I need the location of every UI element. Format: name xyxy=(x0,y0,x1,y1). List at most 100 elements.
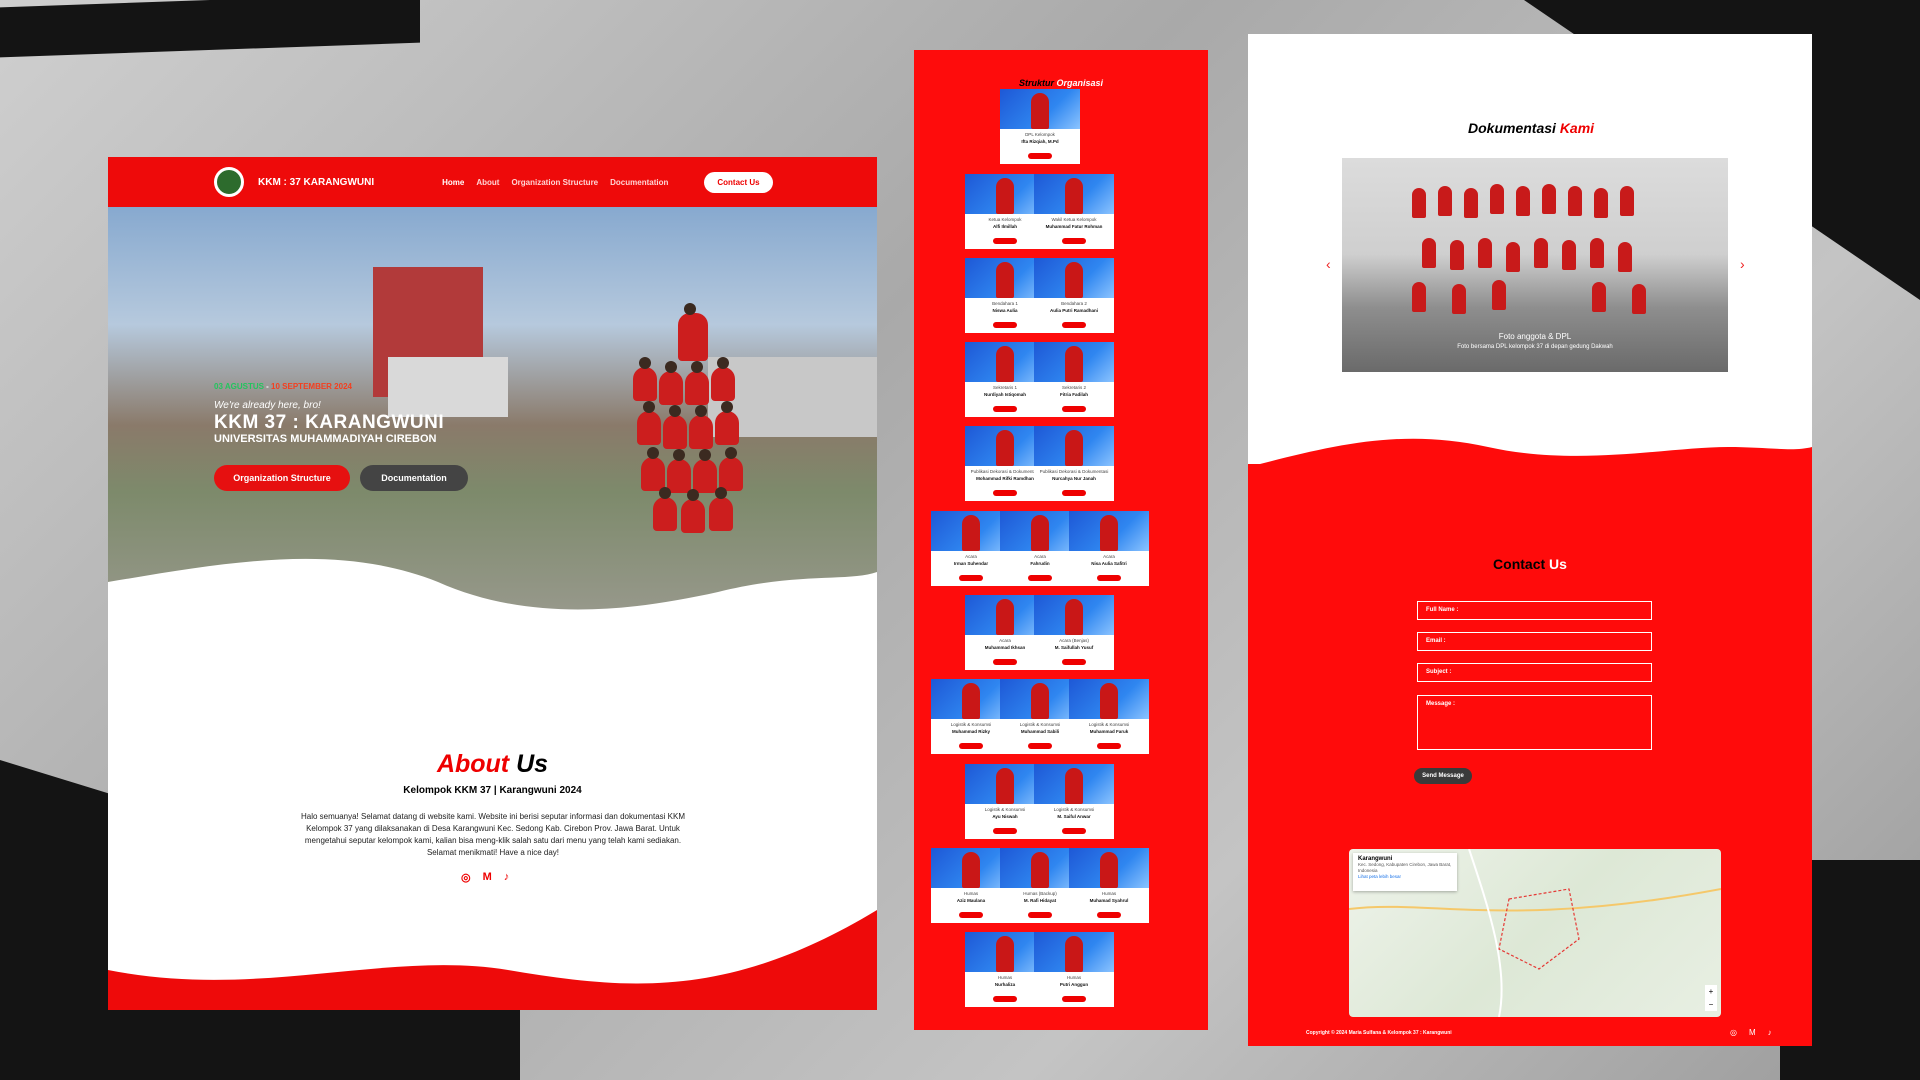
member-role: Bendahara 1 xyxy=(992,301,1018,306)
member-detail-button[interactable] xyxy=(1028,153,1052,159)
member-photo xyxy=(1000,89,1080,129)
tiktok-icon[interactable]: ♪ xyxy=(1768,1028,1772,1037)
member-detail-button[interactable] xyxy=(993,659,1017,665)
member-figure xyxy=(996,262,1014,298)
member-role: Ketua Kelompok xyxy=(988,217,1022,222)
group-photo xyxy=(623,287,763,533)
tiktok-icon[interactable]: ♪ xyxy=(504,871,510,884)
zoom-out-button[interactable]: − xyxy=(1705,998,1717,1011)
member-detail-button[interactable] xyxy=(1062,659,1086,665)
carousel-prev-icon[interactable]: ‹ xyxy=(1326,256,1331,272)
member-detail-button[interactable] xyxy=(993,322,1017,328)
member-detail-button[interactable] xyxy=(993,406,1017,412)
subject-field[interactable]: Subject : xyxy=(1417,663,1652,682)
member-figure xyxy=(996,178,1014,214)
member-name: Aulia Putri Ramadhani xyxy=(1049,308,1098,313)
hero-date: 03 AGUSTUS - 10 SEPTEMBER 2024 xyxy=(214,382,352,391)
member-name: M. Rafi Hidayat xyxy=(1023,898,1057,903)
member-detail-button[interactable] xyxy=(1062,828,1086,834)
navbar: KKM : 37 KARANGWUNI Home About Organizat… xyxy=(108,157,877,207)
mail-icon[interactable]: M xyxy=(483,871,492,884)
nav-home[interactable]: Home xyxy=(442,178,464,187)
member-name: Ayu Niswah xyxy=(992,814,1018,819)
google-map[interactable]: Karangwuni Kec. Sedong, Kabupaten Cirebo… xyxy=(1349,849,1721,1017)
member-photo xyxy=(1034,932,1114,972)
date-start: 03 AGUSTUS xyxy=(214,382,264,391)
map-info-card: Karangwuni Kec. Sedong, Kabupaten Cirebo… xyxy=(1353,853,1457,891)
member-figure xyxy=(1031,515,1049,551)
member-detail-button[interactable] xyxy=(1028,912,1052,918)
member-figure xyxy=(962,683,980,719)
map-zoom-control[interactable]: + − xyxy=(1705,985,1717,1011)
member-detail-button[interactable] xyxy=(1062,996,1086,1002)
map-larger-link[interactable]: Lihat peta lebih besar xyxy=(1358,874,1452,879)
structure-card: Publikasi Dekorasi & Dokumentasi Mohammad… xyxy=(965,426,1045,501)
member-detail-button[interactable] xyxy=(1062,322,1086,328)
member-figure xyxy=(1065,262,1083,298)
member-figure xyxy=(996,599,1014,635)
member-detail-button[interactable] xyxy=(993,996,1017,1002)
hero-university: UNIVERSITAS MUHAMMADIYAH CIREBON xyxy=(214,433,437,445)
kkm-logo-icon[interactable] xyxy=(214,167,244,197)
member-role: Bendahara 2 xyxy=(1061,301,1087,306)
organization-structure-preview: Struktur Organisasi DPL Kelompok Ifta Riz… xyxy=(914,50,1208,1030)
member-detail-button[interactable] xyxy=(1062,406,1086,412)
message-field[interactable]: Message : xyxy=(1417,695,1652,750)
instagram-icon[interactable]: ◎ xyxy=(461,871,471,884)
member-role: Logistik & Konsumsi xyxy=(950,722,992,727)
landing-page-preview: KKM : 37 KARANGWUNI Home About Organizat… xyxy=(108,157,877,1010)
member-detail-button[interactable] xyxy=(959,912,983,918)
zoom-in-button[interactable]: + xyxy=(1705,985,1717,998)
member-figure xyxy=(1065,936,1083,972)
map-address: Kec. Sedong, Kabupaten Cirebon, Jawa Bar… xyxy=(1358,862,1452,873)
member-detail-button[interactable] xyxy=(1028,575,1052,581)
brand-title[interactable]: KKM : 37 KARANGWUNI xyxy=(258,177,374,188)
instagram-icon[interactable]: ◎ xyxy=(1730,1028,1737,1037)
member-figure xyxy=(996,936,1014,972)
member-detail-button[interactable] xyxy=(993,490,1017,496)
member-detail-button[interactable] xyxy=(993,828,1017,834)
member-photo xyxy=(931,679,1011,719)
structure-card: Humas Nurhaliza xyxy=(965,932,1045,1007)
member-name: Muhamad Syahrul xyxy=(1089,898,1129,903)
member-role: DPL Kelompok xyxy=(1025,132,1055,137)
member-detail-button[interactable] xyxy=(1062,490,1086,496)
member-detail-button[interactable] xyxy=(1097,743,1121,749)
contact-us-button[interactable]: Contact Us xyxy=(704,171,773,193)
email-field[interactable]: Email : xyxy=(1417,632,1652,651)
structure-card: Publikasi Dekorasi & Dokumentasi Nurcahya… xyxy=(1034,426,1114,501)
nav-organization[interactable]: Organization Structure xyxy=(511,178,598,187)
member-detail-button[interactable] xyxy=(1062,238,1086,244)
nav-about[interactable]: About xyxy=(476,178,499,187)
member-name: Muhammad Faruk xyxy=(1089,729,1129,734)
member-detail-button[interactable] xyxy=(959,743,983,749)
member-detail-button[interactable] xyxy=(1097,912,1121,918)
member-role: Acara xyxy=(1103,554,1115,559)
member-name: Irman Suhendar xyxy=(953,561,989,566)
member-photo xyxy=(1034,174,1114,214)
member-role: Logistik & Konsumsi xyxy=(984,807,1026,812)
member-detail-button[interactable] xyxy=(1028,743,1052,749)
member-name: Nurhaliza xyxy=(994,982,1016,987)
documentation-photo[interactable]: Foto anggota & DPL Foto bersama DPL kelo… xyxy=(1342,158,1728,372)
member-photo xyxy=(1034,764,1114,804)
contact-title-a: Contact xyxy=(1493,556,1546,572)
mail-icon[interactable]: M xyxy=(1749,1028,1756,1037)
member-detail-button[interactable] xyxy=(993,238,1017,244)
member-detail-button[interactable] xyxy=(1097,575,1121,581)
nav-documentation[interactable]: Documentation xyxy=(610,178,668,187)
organization-structure-button[interactable]: Organization Structure xyxy=(214,465,350,491)
structure-card: Wakil Ketua Kelompok Muhammad Fatur Rohma… xyxy=(1034,174,1114,249)
member-name: Muhammad Sabili xyxy=(1020,729,1060,734)
member-detail-button[interactable] xyxy=(959,575,983,581)
structure-card: Logistik & Konsumsi Muhammad Sabili xyxy=(1000,679,1080,754)
member-name: Muhammad Rizky xyxy=(951,729,990,734)
member-photo xyxy=(1069,848,1149,888)
carousel-next-icon[interactable]: › xyxy=(1740,256,1745,272)
send-message-button[interactable]: Send Message xyxy=(1414,768,1472,784)
member-role: Acara xyxy=(999,638,1011,643)
documentation-button[interactable]: Documentation xyxy=(360,465,468,491)
full-name-field[interactable]: Full Name : xyxy=(1417,601,1652,620)
member-role: Logistik & Konsumsi xyxy=(1053,807,1095,812)
structure-card: Acara Nisa Aulia Safitri xyxy=(1069,511,1149,586)
